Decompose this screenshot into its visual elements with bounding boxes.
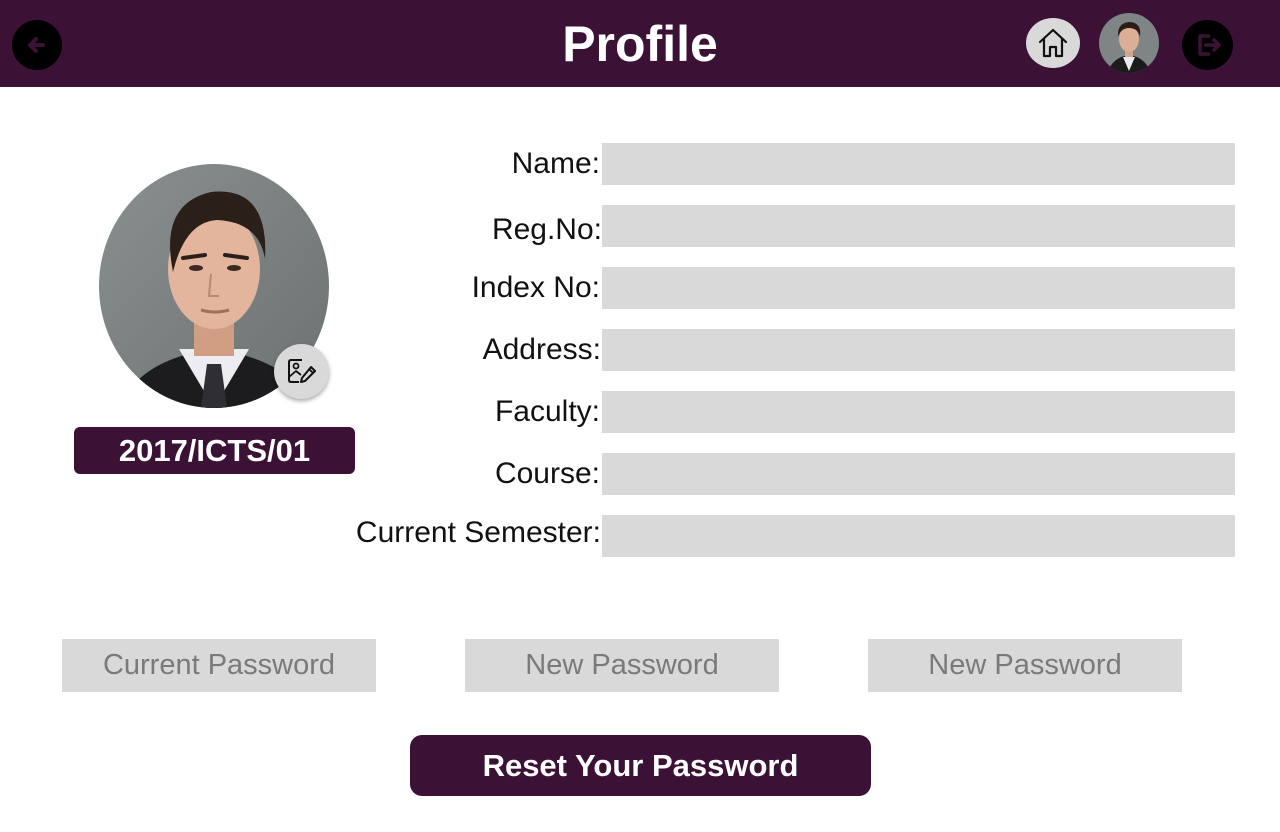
reg-no-label: Reg.No: [491, 213, 602, 246]
home-button[interactable] [1026, 18, 1080, 68]
reset-password-button[interactable]: Reset Your Password [410, 735, 871, 796]
logout-button[interactable] [1182, 20, 1233, 70]
address-label: Address: [482, 333, 601, 366]
index-no-label: Index No: [471, 271, 600, 304]
back-button[interactable] [12, 20, 62, 70]
index-no-field[interactable] [602, 267, 1235, 309]
app-header: Profile [0, 0, 1280, 87]
address-field[interactable] [602, 329, 1235, 371]
name-field[interactable] [602, 143, 1235, 185]
image-edit-icon [288, 359, 316, 383]
home-icon [1038, 28, 1068, 58]
course-field[interactable] [602, 453, 1235, 495]
current-password-input[interactable] [62, 639, 376, 692]
faculty-field[interactable] [602, 391, 1235, 433]
reg-no-field[interactable] [602, 205, 1235, 247]
current-semester-label: Current Semester: [355, 516, 601, 549]
course-label: Course: [494, 457, 600, 490]
registration-badge: 2017/ICTS/01 [74, 427, 355, 474]
faculty-label: Faculty: [494, 395, 600, 428]
user-avatar[interactable] [1099, 13, 1159, 73]
name-label: Name: [511, 147, 600, 180]
new-password-input[interactable] [465, 639, 779, 692]
current-semester-field[interactable] [602, 515, 1235, 557]
logout-icon [1198, 34, 1221, 56]
confirm-password-input[interactable] [868, 639, 1182, 692]
page-title: Profile [562, 16, 718, 72]
arrow-left-icon [28, 37, 45, 53]
edit-photo-button[interactable] [274, 344, 329, 399]
